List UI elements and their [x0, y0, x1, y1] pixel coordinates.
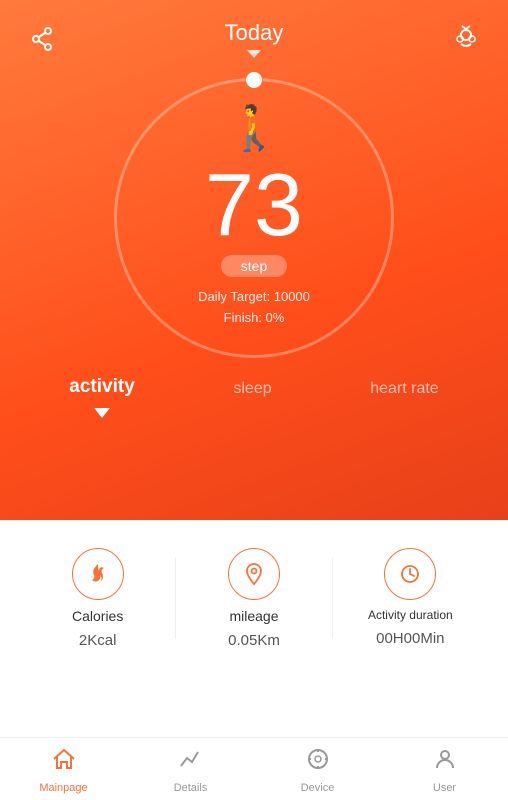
circle-ring [114, 78, 394, 358]
mileage-value: 0.05Km [228, 632, 280, 649]
metric-mileage: mileage 0.05Km [176, 548, 331, 649]
duration-label: Activity duration [368, 608, 453, 622]
share-button[interactable] [24, 21, 60, 57]
header-title: Today [225, 20, 284, 58]
user-icon [432, 746, 458, 779]
app-container: Today 🚶 73 s [0, 0, 508, 800]
mainpage-icon [51, 746, 77, 779]
nav-user[interactable]: User [381, 746, 508, 794]
duration-value: 00H00Min [376, 630, 444, 647]
device-label: Device [301, 782, 335, 794]
header: Today [0, 0, 508, 68]
circle-top-dot [246, 72, 262, 88]
mileage-icon-circle [228, 548, 280, 600]
metrics-row: Calories 2Kcal mileage 0.05Km [0, 520, 508, 661]
bottom-section: Calories 2Kcal mileage 0.05Km [0, 520, 508, 800]
user-label: User [433, 782, 456, 794]
tab-bar: activity sleep heart rate [0, 370, 508, 404]
tab-activity[interactable]: activity [53, 370, 150, 404]
tab-sleep[interactable]: sleep [217, 374, 287, 404]
mainpage-label: Mainpage [39, 782, 87, 794]
calories-value: 2Kcal [79, 632, 117, 649]
calories-label: Calories [72, 608, 123, 624]
metric-duration: Activity duration 00H00Min [333, 548, 488, 649]
nav-details[interactable]: Details [127, 746, 254, 794]
details-label: Details [174, 782, 208, 794]
notification-button[interactable] [448, 21, 484, 57]
nav-device[interactable]: Device [254, 746, 381, 794]
top-section: Today 🚶 73 s [0, 0, 508, 520]
calories-icon-circle [72, 548, 124, 600]
details-icon [178, 746, 204, 779]
chevron-down-icon[interactable] [247, 50, 261, 58]
mileage-label: mileage [229, 608, 278, 624]
tab-heart-rate[interactable]: heart rate [354, 374, 454, 404]
device-icon [305, 746, 331, 779]
step-circle: 🚶 73 step Daily Target: 10000 Finish: 0% [114, 78, 394, 358]
nav-mainpage[interactable]: Mainpage [0, 746, 127, 794]
duration-icon-circle [384, 548, 436, 600]
bottom-nav: Mainpage Details [0, 737, 508, 800]
metric-calories: Calories 2Kcal [20, 548, 175, 649]
